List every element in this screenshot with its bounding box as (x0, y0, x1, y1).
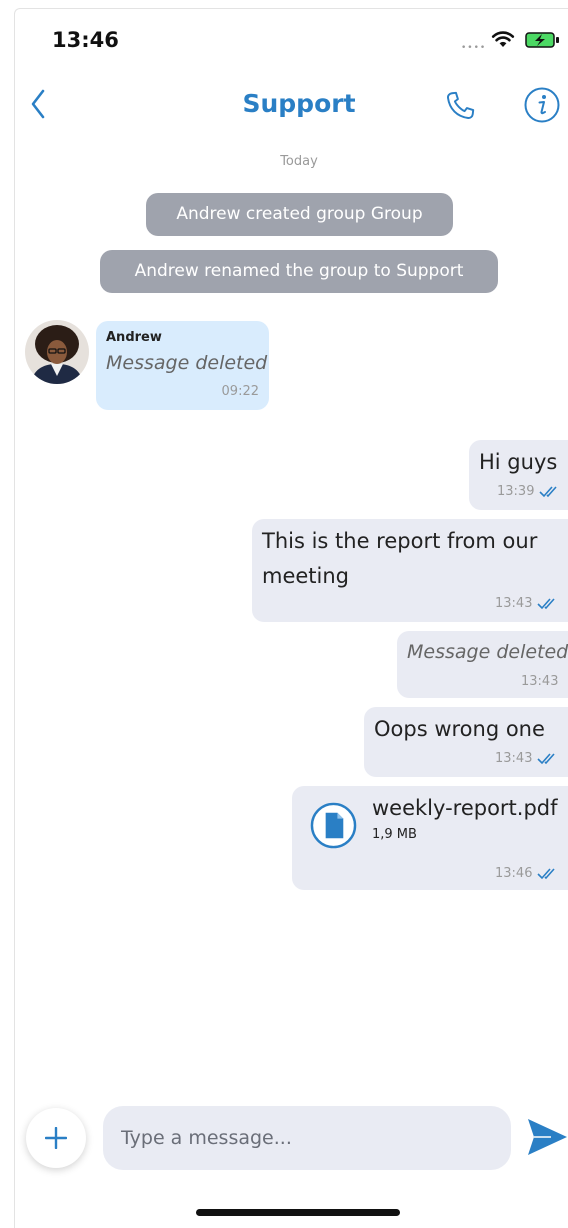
message-text: Oops wrong one (374, 717, 545, 741)
phone-icon[interactable] (442, 88, 478, 124)
status-time: 13:46 (52, 28, 119, 52)
message-text: meeting (262, 564, 350, 588)
outgoing-message[interactable]: Message deleted 13:43 (397, 631, 568, 698)
add-attachment-button[interactable] (26, 1108, 86, 1168)
outgoing-message[interactable]: Hi guys 13:39 (469, 440, 568, 510)
info-icon[interactable] (523, 86, 561, 124)
file-name[interactable]: weekly-report.pdf (372, 796, 558, 820)
attachment-message[interactable]: weekly-report.pdf 1,9 MB 13:46 (292, 786, 568, 890)
message-text: Message deleted (407, 641, 568, 663)
send-icon[interactable] (527, 1117, 568, 1157)
message-time: 13:43 (495, 751, 533, 766)
message-time: 13:43 (495, 596, 533, 611)
message-time: 13:43 (521, 674, 559, 689)
message-text: Message deleted (106, 352, 268, 374)
page-title: Support (242, 89, 356, 118)
message-text: This is the report from our (262, 529, 538, 553)
plus-icon (45, 1127, 67, 1149)
incoming-message[interactable]: Andrew Message deleted 09:22 (96, 321, 269, 410)
double-check-icon (537, 598, 555, 610)
home-indicator (196, 1209, 400, 1216)
sender-name: Andrew (106, 330, 162, 345)
system-message: Andrew renamed the group to Support (100, 250, 498, 293)
wifi-icon (491, 31, 515, 47)
double-check-icon (537, 753, 555, 765)
system-message: Andrew created group Group (146, 193, 453, 236)
double-check-icon (537, 868, 555, 880)
outgoing-message[interactable]: This is the report from our meeting 13:4… (252, 519, 568, 622)
outgoing-message[interactable]: Oops wrong one 13:43 (364, 707, 568, 777)
file-icon[interactable] (310, 802, 357, 849)
double-check-icon (539, 486, 557, 498)
signal-icon: •••• (461, 43, 487, 53)
message-text: Hi guys (479, 450, 558, 474)
date-separator: Today (280, 154, 318, 169)
message-time: 13:39 (497, 484, 535, 499)
battery-icon (525, 32, 559, 48)
message-time: 13:46 (495, 866, 533, 881)
message-input[interactable] (103, 1106, 511, 1170)
file-size: 1,9 MB (372, 827, 417, 842)
avatar[interactable] (25, 320, 89, 384)
message-time: 09:22 (221, 384, 259, 399)
